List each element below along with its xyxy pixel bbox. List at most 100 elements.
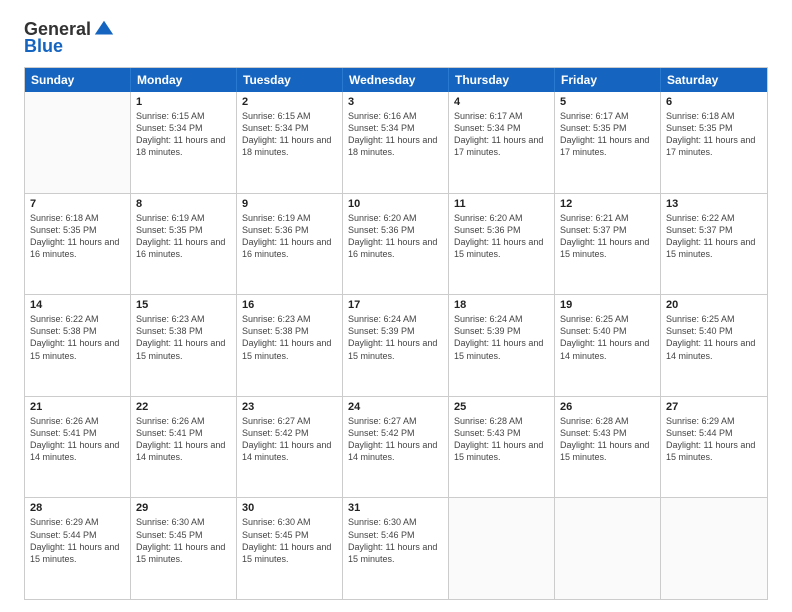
day-cell-1: 1 Sunrise: 6:15 AMSunset: 5:34 PMDaylight… bbox=[131, 92, 237, 193]
page-header: General Blue bbox=[24, 18, 768, 57]
day-cell-3: 3 Sunrise: 6:16 AMSunset: 5:34 PMDaylight… bbox=[343, 92, 449, 193]
day-number: 4 bbox=[454, 96, 549, 108]
day-cell-29: 29Sunrise: 6:30 AMSunset: 5:45 PMDayligh… bbox=[131, 498, 237, 599]
day-cell-22: 22Sunrise: 6:26 AMSunset: 5:41 PMDayligh… bbox=[131, 397, 237, 498]
day-cell-25: 25 Sunrise: 6:28 AMSunset: 5:43 PMDayligh… bbox=[449, 397, 555, 498]
calendar-body: 1 Sunrise: 6:15 AMSunset: 5:34 PMDaylight… bbox=[25, 92, 767, 599]
day-info: Sunrise: 6:24 AMSunset: 5:39 PMDaylight:… bbox=[454, 313, 549, 362]
calendar-row-5: 28 Sunrise: 6:29 AMSunset: 5:44 PMDayligh… bbox=[25, 498, 767, 599]
day-info: Sunrise: 6:29 AMSunset: 5:44 PMDaylight:… bbox=[30, 516, 125, 565]
day-cell-6: 6 Sunrise: 6:18 AMSunset: 5:35 PMDaylight… bbox=[661, 92, 767, 193]
day-info: Sunrise: 6:22 AMSunset: 5:38 PMDaylight:… bbox=[30, 313, 125, 362]
calendar-row-1: 1 Sunrise: 6:15 AMSunset: 5:34 PMDaylight… bbox=[25, 92, 767, 194]
day-number: 13 bbox=[666, 198, 762, 210]
empty-cell bbox=[555, 498, 661, 599]
day-info: Sunrise: 6:26 AMSunset: 5:41 PMDaylight:… bbox=[136, 415, 231, 464]
day-info: Sunrise: 6:30 AMSunset: 5:46 PMDaylight:… bbox=[348, 516, 443, 565]
empty-cell bbox=[661, 498, 767, 599]
day-info: Sunrise: 6:21 AMSunset: 5:37 PMDaylight:… bbox=[560, 212, 655, 261]
day-cell-16: 16 Sunrise: 6:23 AMSunset: 5:38 PMDayligh… bbox=[237, 295, 343, 396]
day-info: Sunrise: 6:28 AMSunset: 5:43 PMDaylight:… bbox=[454, 415, 549, 464]
day-cell-21: 21 Sunrise: 6:26 AMSunset: 5:41 PMDayligh… bbox=[25, 397, 131, 498]
day-number: 23 bbox=[242, 401, 337, 413]
day-number: 12 bbox=[560, 198, 655, 210]
day-number: 28 bbox=[30, 502, 125, 514]
day-number: 11 bbox=[454, 198, 549, 210]
day-number: 5 bbox=[560, 96, 655, 108]
day-number: 18 bbox=[454, 299, 549, 311]
day-number: 17 bbox=[348, 299, 443, 311]
day-cell-10: 10Sunrise: 6:20 AMSunset: 5:36 PMDayligh… bbox=[343, 194, 449, 295]
day-number: 27 bbox=[666, 401, 762, 413]
day-info: Sunrise: 6:15 AMSunset: 5:34 PMDaylight:… bbox=[136, 110, 231, 159]
day-number: 10 bbox=[348, 198, 443, 210]
day-info: Sunrise: 6:19 AMSunset: 5:36 PMDaylight:… bbox=[242, 212, 337, 261]
day-number: 31 bbox=[348, 502, 443, 514]
day-cell-9: 9 Sunrise: 6:19 AMSunset: 5:36 PMDaylight… bbox=[237, 194, 343, 295]
day-info: Sunrise: 6:20 AMSunset: 5:36 PMDaylight:… bbox=[454, 212, 549, 261]
day-number: 15 bbox=[136, 299, 231, 311]
day-info: Sunrise: 6:30 AMSunset: 5:45 PMDaylight:… bbox=[242, 516, 337, 565]
day-cell-17: 17 Sunrise: 6:24 AMSunset: 5:39 PMDayligh… bbox=[343, 295, 449, 396]
day-cell-23: 23 Sunrise: 6:27 AMSunset: 5:42 PMDayligh… bbox=[237, 397, 343, 498]
day-number: 30 bbox=[242, 502, 337, 514]
day-cell-24: 24 Sunrise: 6:27 AMSunset: 5:42 PMDayligh… bbox=[343, 397, 449, 498]
calendar-row-3: 14 Sunrise: 6:22 AMSunset: 5:38 PMDayligh… bbox=[25, 295, 767, 397]
day-info: Sunrise: 6:28 AMSunset: 5:43 PMDaylight:… bbox=[560, 415, 655, 464]
day-cell-13: 13 Sunrise: 6:22 AMSunset: 5:37 PMDayligh… bbox=[661, 194, 767, 295]
day-cell-11: 11 Sunrise: 6:20 AMSunset: 5:36 PMDayligh… bbox=[449, 194, 555, 295]
day-cell-2: 2 Sunrise: 6:15 AMSunset: 5:34 PMDaylight… bbox=[237, 92, 343, 193]
header-day-friday: Friday bbox=[555, 68, 661, 92]
day-cell-7: 7Sunrise: 6:18 AMSunset: 5:35 PMDaylight… bbox=[25, 194, 131, 295]
day-info: Sunrise: 6:18 AMSunset: 5:35 PMDaylight:… bbox=[666, 110, 762, 159]
day-cell-12: 12 Sunrise: 6:21 AMSunset: 5:37 PMDayligh… bbox=[555, 194, 661, 295]
day-info: Sunrise: 6:29 AMSunset: 5:44 PMDaylight:… bbox=[666, 415, 762, 464]
empty-cell bbox=[449, 498, 555, 599]
day-info: Sunrise: 6:27 AMSunset: 5:42 PMDaylight:… bbox=[242, 415, 337, 464]
logo: General Blue bbox=[24, 18, 115, 57]
day-cell-19: 19Sunrise: 6:25 AMSunset: 5:40 PMDayligh… bbox=[555, 295, 661, 396]
day-info: Sunrise: 6:24 AMSunset: 5:39 PMDaylight:… bbox=[348, 313, 443, 362]
day-cell-28: 28 Sunrise: 6:29 AMSunset: 5:44 PMDayligh… bbox=[25, 498, 131, 599]
day-info: Sunrise: 6:26 AMSunset: 5:41 PMDaylight:… bbox=[30, 415, 125, 464]
day-number: 21 bbox=[30, 401, 125, 413]
day-info: Sunrise: 6:23 AMSunset: 5:38 PMDaylight:… bbox=[136, 313, 231, 362]
logo-icon bbox=[93, 18, 115, 40]
day-number: 14 bbox=[30, 299, 125, 311]
day-number: 6 bbox=[666, 96, 762, 108]
day-cell-18: 18 Sunrise: 6:24 AMSunset: 5:39 PMDayligh… bbox=[449, 295, 555, 396]
day-number: 20 bbox=[666, 299, 762, 311]
day-info: Sunrise: 6:17 AMSunset: 5:34 PMDaylight:… bbox=[454, 110, 549, 159]
day-info: Sunrise: 6:16 AMSunset: 5:34 PMDaylight:… bbox=[348, 110, 443, 159]
day-number: 25 bbox=[454, 401, 549, 413]
day-info: Sunrise: 6:15 AMSunset: 5:34 PMDaylight:… bbox=[242, 110, 337, 159]
day-cell-31: 31 Sunrise: 6:30 AMSunset: 5:46 PMDayligh… bbox=[343, 498, 449, 599]
day-number: 3 bbox=[348, 96, 443, 108]
day-number: 2 bbox=[242, 96, 337, 108]
day-number: 19 bbox=[560, 299, 655, 311]
day-number: 24 bbox=[348, 401, 443, 413]
calendar: SundayMondayTuesdayWednesdayThursdayFrid… bbox=[24, 67, 768, 600]
logo-blue: Blue bbox=[24, 36, 63, 57]
header-day-saturday: Saturday bbox=[661, 68, 767, 92]
day-info: Sunrise: 6:22 AMSunset: 5:37 PMDaylight:… bbox=[666, 212, 762, 261]
day-cell-14: 14 Sunrise: 6:22 AMSunset: 5:38 PMDayligh… bbox=[25, 295, 131, 396]
header-day-sunday: Sunday bbox=[25, 68, 131, 92]
day-cell-8: 8Sunrise: 6:19 AMSunset: 5:35 PMDaylight… bbox=[131, 194, 237, 295]
day-info: Sunrise: 6:17 AMSunset: 5:35 PMDaylight:… bbox=[560, 110, 655, 159]
day-number: 8 bbox=[136, 198, 231, 210]
day-number: 29 bbox=[136, 502, 231, 514]
header-day-wednesday: Wednesday bbox=[343, 68, 449, 92]
header-day-tuesday: Tuesday bbox=[237, 68, 343, 92]
day-cell-4: 4 Sunrise: 6:17 AMSunset: 5:34 PMDaylight… bbox=[449, 92, 555, 193]
empty-cell bbox=[25, 92, 131, 193]
day-number: 1 bbox=[136, 96, 231, 108]
day-info: Sunrise: 6:23 AMSunset: 5:38 PMDaylight:… bbox=[242, 313, 337, 362]
header-day-monday: Monday bbox=[131, 68, 237, 92]
calendar-row-2: 7Sunrise: 6:18 AMSunset: 5:35 PMDaylight… bbox=[25, 194, 767, 296]
day-info: Sunrise: 6:27 AMSunset: 5:42 PMDaylight:… bbox=[348, 415, 443, 464]
day-cell-5: 5 Sunrise: 6:17 AMSunset: 5:35 PMDaylight… bbox=[555, 92, 661, 193]
day-number: 9 bbox=[242, 198, 337, 210]
day-info: Sunrise: 6:25 AMSunset: 5:40 PMDaylight:… bbox=[666, 313, 762, 362]
day-number: 16 bbox=[242, 299, 337, 311]
